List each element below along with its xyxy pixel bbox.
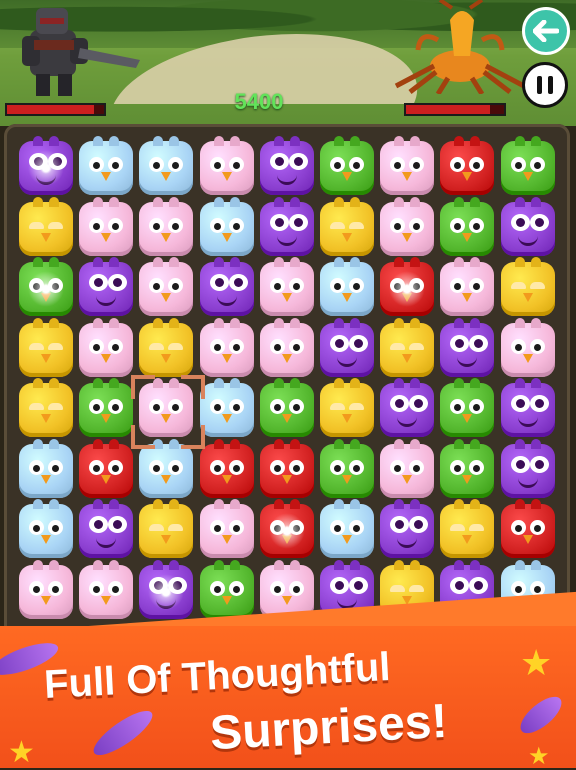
red-bird-tile[interactable] — [259, 499, 314, 558]
green-bird-tile[interactable] — [199, 559, 254, 619]
sparkle-effect — [145, 570, 188, 613]
star-icon: ★ — [8, 735, 35, 770]
pink-bird-tile[interactable] — [199, 499, 254, 558]
yellow-bird-tile[interactable] — [19, 378, 73, 437]
red-bird-tile[interactable] — [440, 136, 495, 195]
pink-bird-tile[interactable] — [380, 196, 435, 256]
pink-bird-tile[interactable] — [380, 438, 435, 498]
purple-bird-tile[interactable] — [500, 378, 555, 437]
green-bird-tile[interactable] — [320, 136, 374, 195]
sparkle-effect — [25, 147, 67, 189]
player-health-bar — [5, 103, 106, 116]
pause-icon — [537, 76, 553, 94]
selection-bracket — [131, 425, 156, 449]
green-bird-tile[interactable] — [500, 136, 555, 195]
back-arrow-icon — [533, 20, 559, 42]
purple-bird-tile[interactable] — [440, 317, 495, 377]
purple-bird-tile[interactable] — [500, 438, 555, 498]
yellow-bird-tile[interactable] — [380, 317, 435, 377]
blue-bird-tile[interactable] — [139, 438, 194, 498]
purple-bird-tile[interactable] — [199, 257, 254, 316]
yellow-bird-tile[interactable] — [500, 257, 555, 316]
pause-button[interactable] — [522, 62, 568, 108]
pink-bird-tile[interactable] — [380, 136, 435, 195]
back-button[interactable] — [522, 7, 570, 55]
purple-bird-tile[interactable] — [500, 196, 555, 256]
knight-character — [22, 8, 140, 96]
insect-monster-character — [394, 0, 526, 94]
purple-bird-tile[interactable] — [259, 196, 314, 256]
match-board — [16, 136, 558, 628]
purple-bird-tile[interactable] — [320, 317, 374, 377]
blue-bird-tile[interactable] — [320, 257, 374, 316]
blue-bird-tile[interactable] — [19, 499, 73, 558]
red-bird-tile[interactable] — [259, 438, 314, 498]
battle-scene: 5400 — [0, 0, 576, 126]
green-bird-tile[interactable] — [440, 438, 495, 498]
selection-bracket — [181, 425, 206, 449]
pink-bird-tile[interactable] — [79, 559, 134, 619]
purple-bird-tile[interactable] — [380, 378, 435, 437]
purple-bird-tile[interactable] — [139, 559, 194, 619]
blue-bird-tile[interactable] — [19, 438, 73, 498]
green-bird-tile[interactable] — [259, 378, 314, 437]
enemy-health-bar — [404, 103, 506, 116]
yellow-bird-tile[interactable] — [139, 317, 194, 377]
blue-bird-tile[interactable] — [199, 196, 254, 256]
enemy-health-fill — [406, 105, 491, 114]
green-bird-tile[interactable] — [79, 378, 134, 437]
pink-bird-tile[interactable] — [79, 317, 134, 377]
pink-bird-tile[interactable] — [199, 136, 254, 195]
pink-bird-tile[interactable] — [79, 196, 134, 256]
pink-bird-tile[interactable] — [440, 257, 495, 316]
green-bird-tile[interactable] — [19, 257, 73, 316]
sparkle-effect — [386, 268, 429, 310]
yellow-bird-tile[interactable] — [320, 378, 374, 437]
pink-bird-tile[interactable] — [19, 559, 73, 619]
green-bird-tile[interactable] — [320, 438, 374, 498]
red-bird-tile[interactable] — [199, 438, 254, 498]
game-board-frame — [4, 124, 570, 644]
purple-bird-tile[interactable] — [19, 136, 73, 195]
selection-bracket — [181, 375, 206, 399]
blue-bird-tile[interactable] — [320, 499, 374, 558]
green-bird-tile[interactable] — [440, 378, 495, 437]
blue-bird-tile[interactable] — [199, 378, 254, 437]
yellow-bird-tile[interactable] — [139, 499, 194, 558]
star-icon: ★ — [528, 742, 550, 770]
purple-bird-tile[interactable] — [79, 257, 134, 316]
yellow-bird-tile[interactable] — [440, 499, 495, 558]
player-health-fill — [7, 105, 95, 114]
red-bird-tile[interactable] — [500, 499, 555, 558]
sparkle-effect — [25, 268, 67, 310]
yellow-bird-tile[interactable] — [19, 317, 73, 377]
yellow-bird-tile[interactable] — [320, 196, 374, 256]
pink-bird-tile[interactable] — [199, 317, 254, 377]
pink-bird-tile[interactable] — [139, 257, 194, 316]
pink-bird-tile[interactable] — [259, 317, 314, 377]
blue-bird-tile[interactable] — [139, 136, 194, 195]
yellow-bird-tile[interactable] — [19, 196, 73, 256]
star-icon: ★ — [520, 643, 553, 684]
green-bird-tile[interactable] — [440, 196, 495, 256]
score-counter: 5400 — [234, 89, 284, 114]
pink-bird-tile[interactable] — [500, 317, 555, 377]
red-bird-tile[interactable] — [380, 257, 435, 316]
pink-bird-tile[interactable] — [139, 196, 194, 256]
purple-bird-tile[interactable] — [79, 499, 134, 558]
purple-bird-tile[interactable] — [380, 499, 435, 558]
blue-bird-tile[interactable] — [79, 136, 134, 195]
sparkle-effect — [265, 510, 308, 552]
purple-bird-tile[interactable] — [259, 136, 314, 195]
red-bird-tile[interactable] — [79, 438, 134, 498]
selection-bracket — [131, 375, 156, 399]
pink-bird-tile[interactable] — [259, 257, 314, 316]
